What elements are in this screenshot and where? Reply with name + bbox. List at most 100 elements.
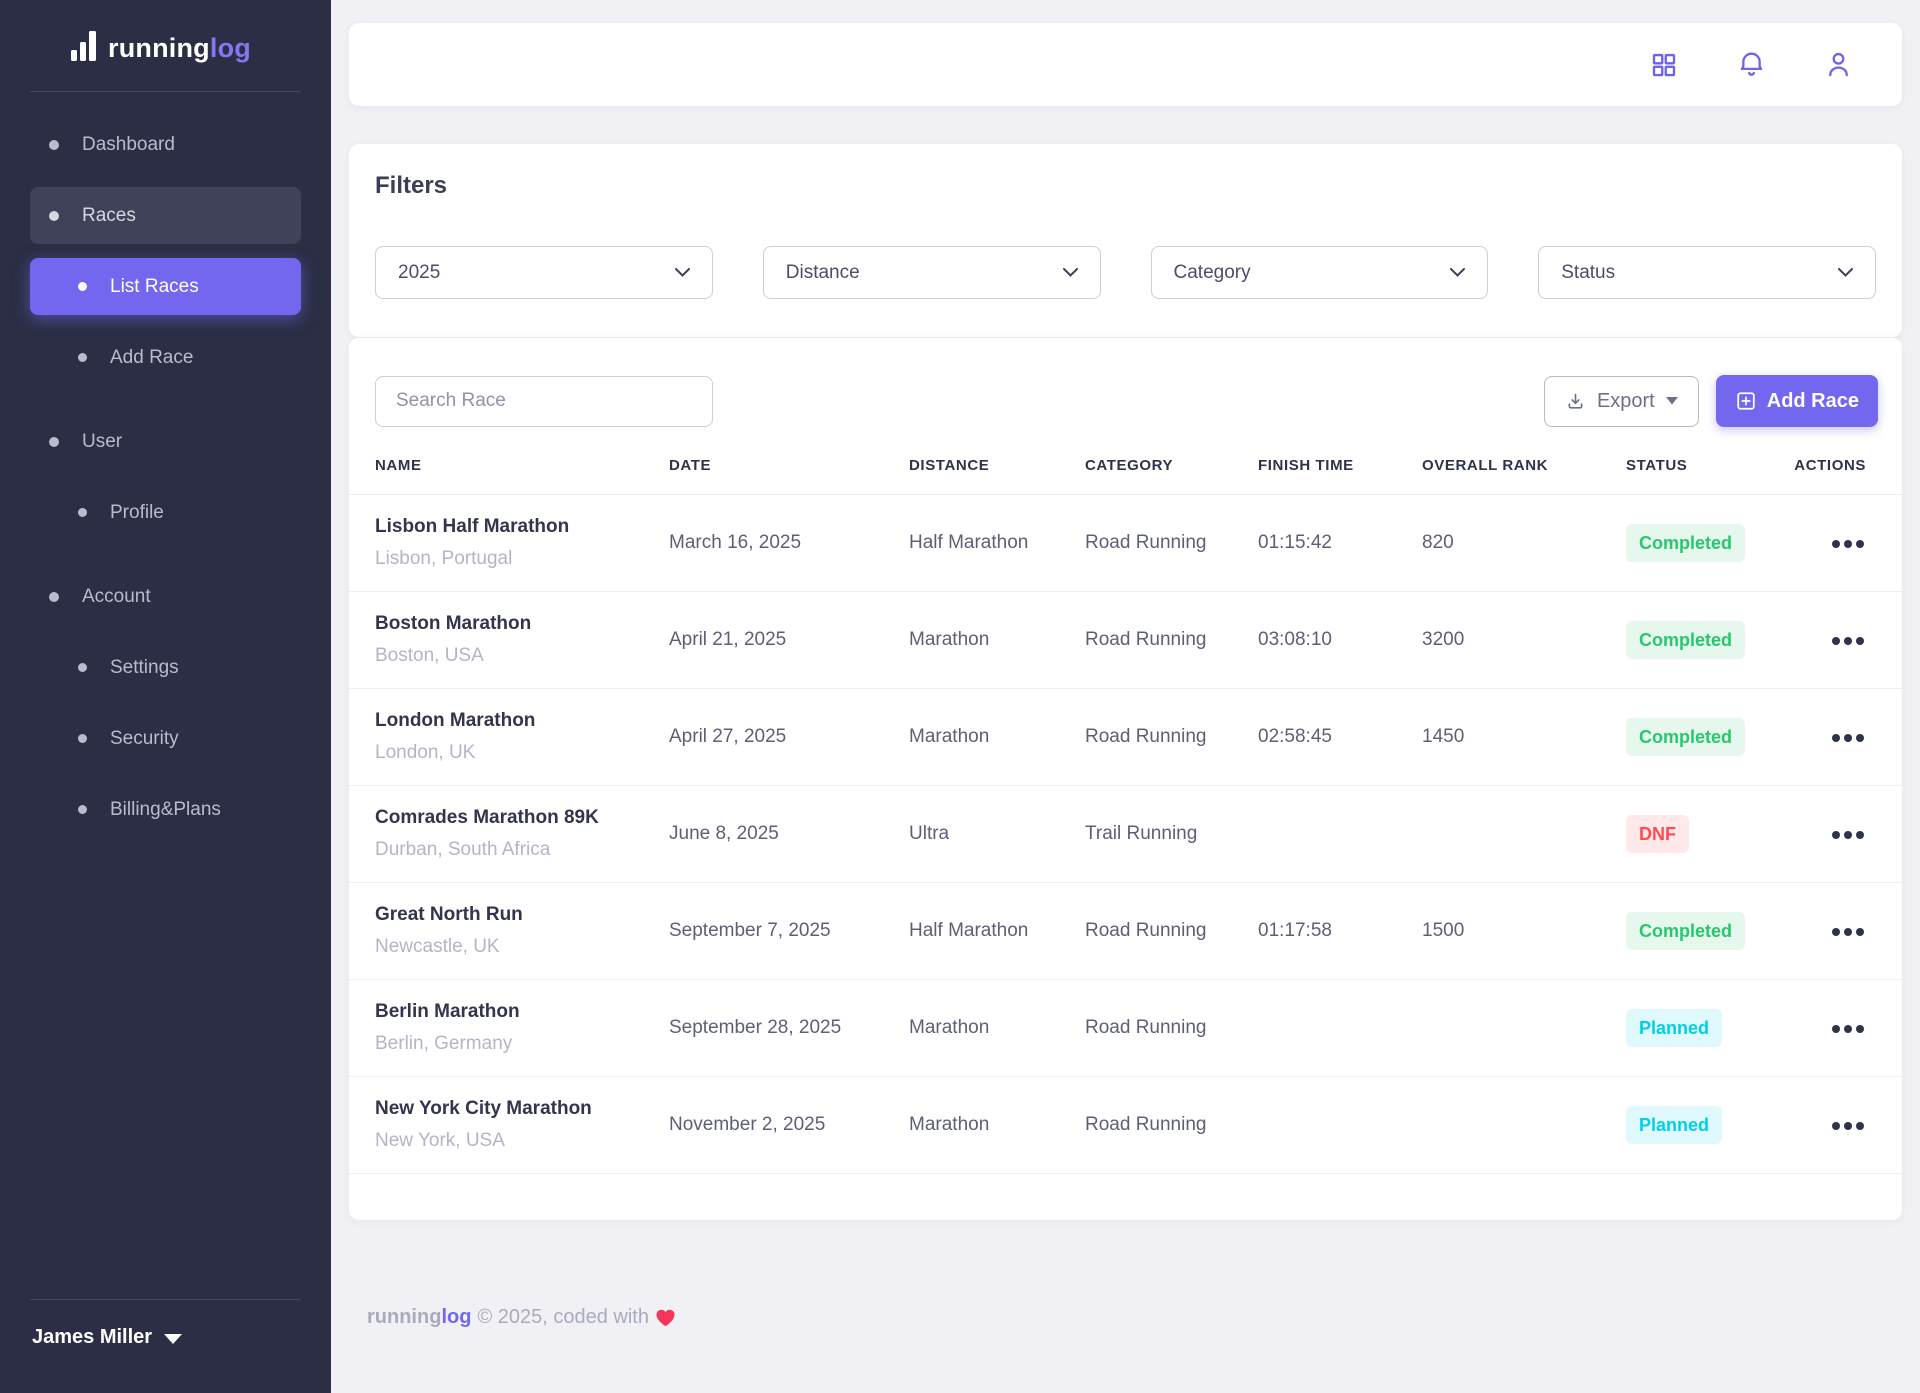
sidebar-item-dashboard[interactable]: Dashboard [30,116,301,173]
sidebar-item-add-race[interactable]: Add Race [30,329,301,386]
export-button[interactable]: Export [1544,376,1699,427]
sidebar-item-races[interactable]: Races [30,187,301,244]
download-icon [1565,391,1586,412]
race-category: Road Running [1085,1077,1258,1174]
column-header-status: STATUS [1626,451,1787,495]
race-finish-time [1258,786,1422,883]
race-distance: Marathon [909,1077,1085,1174]
column-header-actions: ACTIONS [1787,451,1902,495]
filter-selects: 2025 Distance Category Status [375,246,1876,299]
race-name: Lisbon Half Marathon [375,516,669,538]
distance-select[interactable]: Distance [763,246,1101,299]
row-actions-button[interactable] [1830,728,1866,748]
race-name: New York City Marathon [375,1098,669,1120]
chevron-down-icon [1838,268,1853,277]
race-overall-rank: 820 [1422,495,1626,592]
status-badge: Completed [1626,912,1745,950]
filters-title: Filters [375,172,1876,200]
bell-icon[interactable] [1735,49,1767,81]
topbar [349,23,1902,106]
race-date: November 2, 2025 [669,1077,909,1174]
race-date: April 21, 2025 [669,592,909,689]
column-header-finish-time: FINISH TIME [1258,451,1422,495]
races-table: NAMEDATEDISTANCECATEGORYFINISH TIMEOVERA… [349,451,1902,1174]
race-overall-rank [1422,1077,1626,1174]
app-logo: runninglog [0,0,331,67]
table-row: Great North Run Newcastle, UK September … [349,883,1902,980]
table-row: Berlin Marathon Berlin, Germany Septembe… [349,980,1902,1077]
sidebar-item-security[interactable]: Security [30,710,301,767]
table-row: Comrades Marathon 89K Durban, South Afri… [349,786,1902,883]
column-header-distance: DISTANCE [909,451,1085,495]
row-actions-button[interactable] [1830,1116,1866,1136]
race-location: Boston, USA [375,645,669,667]
logo-bars-icon [70,30,100,67]
brand-text: runninglog [108,33,251,64]
column-header-name: NAME [349,451,669,495]
plus-square-icon [1735,390,1757,412]
race-date: September 7, 2025 [669,883,909,980]
race-finish-time [1258,1077,1422,1174]
status-badge: Planned [1626,1106,1722,1144]
search-input[interactable] [375,376,713,427]
sidebar-footer: James Miller [0,1299,331,1393]
caret-down-icon [1666,397,1678,405]
column-header-overall-rank: OVERALL RANK [1422,451,1626,495]
race-finish-time: 01:15:42 [1258,495,1422,592]
race-finish-time [1258,980,1422,1077]
main-content: Filters 2025 Distance Category Status [331,0,1920,1393]
race-location: London, UK [375,742,669,764]
race-name: London Marathon [375,710,669,732]
add-race-button[interactable]: Add Race [1716,375,1878,427]
year-select[interactable]: 2025 [375,246,713,299]
sidebar-item-billing-plans[interactable]: Billing&Plans [30,781,301,838]
race-distance: Ultra [909,786,1085,883]
table-body: Lisbon Half Marathon Lisbon, Portugal Ma… [349,495,1902,1174]
race-category: Road Running [1085,980,1258,1077]
category-select[interactable]: Category [1151,246,1489,299]
apps-grid-icon[interactable] [1648,49,1680,81]
sidebar-item-list-races[interactable]: List Races [30,258,301,315]
race-overall-rank: 1450 [1422,689,1626,786]
heart-icon [655,1308,676,1327]
race-category: Road Running [1085,883,1258,980]
row-actions-button[interactable] [1830,534,1866,554]
sidebar-item-account[interactable]: Account [30,568,301,625]
race-distance: Half Marathon [909,495,1085,592]
user-icon[interactable] [1822,49,1854,81]
race-location: Newcastle, UK [375,936,669,958]
chevron-down-icon [164,1334,182,1344]
sidebar-item-settings[interactable]: Settings [30,639,301,696]
chevron-down-icon [675,268,690,277]
table-toolbar: Export Add Race [349,338,1902,427]
race-overall-rank: 1500 [1422,883,1626,980]
row-actions-button[interactable] [1830,1019,1866,1039]
status-badge: Completed [1626,524,1745,562]
table-row: New York City Marathon New York, USA Nov… [349,1077,1902,1174]
row-actions-button[interactable] [1830,825,1866,845]
filters-card: Filters 2025 Distance Category Status [349,144,1902,337]
page-footer: runninglog © 2025, coded with [349,1306,1902,1329]
footer-brand: runninglog [367,1306,471,1329]
race-date: March 16, 2025 [669,495,909,592]
user-menu[interactable]: James Miller [30,1300,301,1393]
race-distance: Marathon [909,689,1085,786]
user-name: James Miller [32,1326,152,1349]
race-distance: Marathon [909,980,1085,1077]
row-actions-button[interactable] [1830,922,1866,942]
race-finish-time: 03:08:10 [1258,592,1422,689]
sidebar-item-profile[interactable]: Profile [30,484,301,541]
sidebar-item-user[interactable]: User [30,413,301,470]
race-category: Trail Running [1085,786,1258,883]
races-table-card: Export Add Race NAMEDATEDISTANCECATEGORY… [349,337,1902,1220]
row-actions-button[interactable] [1830,631,1866,651]
race-category: Road Running [1085,592,1258,689]
race-date: June 8, 2025 [669,786,909,883]
race-location: Durban, South Africa [375,839,669,861]
status-select[interactable]: Status [1538,246,1876,299]
race-overall-rank [1422,980,1626,1077]
race-name: Boston Marathon [375,613,669,635]
status-badge: Planned [1626,1009,1722,1047]
table-row: London Marathon London, UK April 27, 202… [349,689,1902,786]
table-row: Lisbon Half Marathon Lisbon, Portugal Ma… [349,495,1902,592]
